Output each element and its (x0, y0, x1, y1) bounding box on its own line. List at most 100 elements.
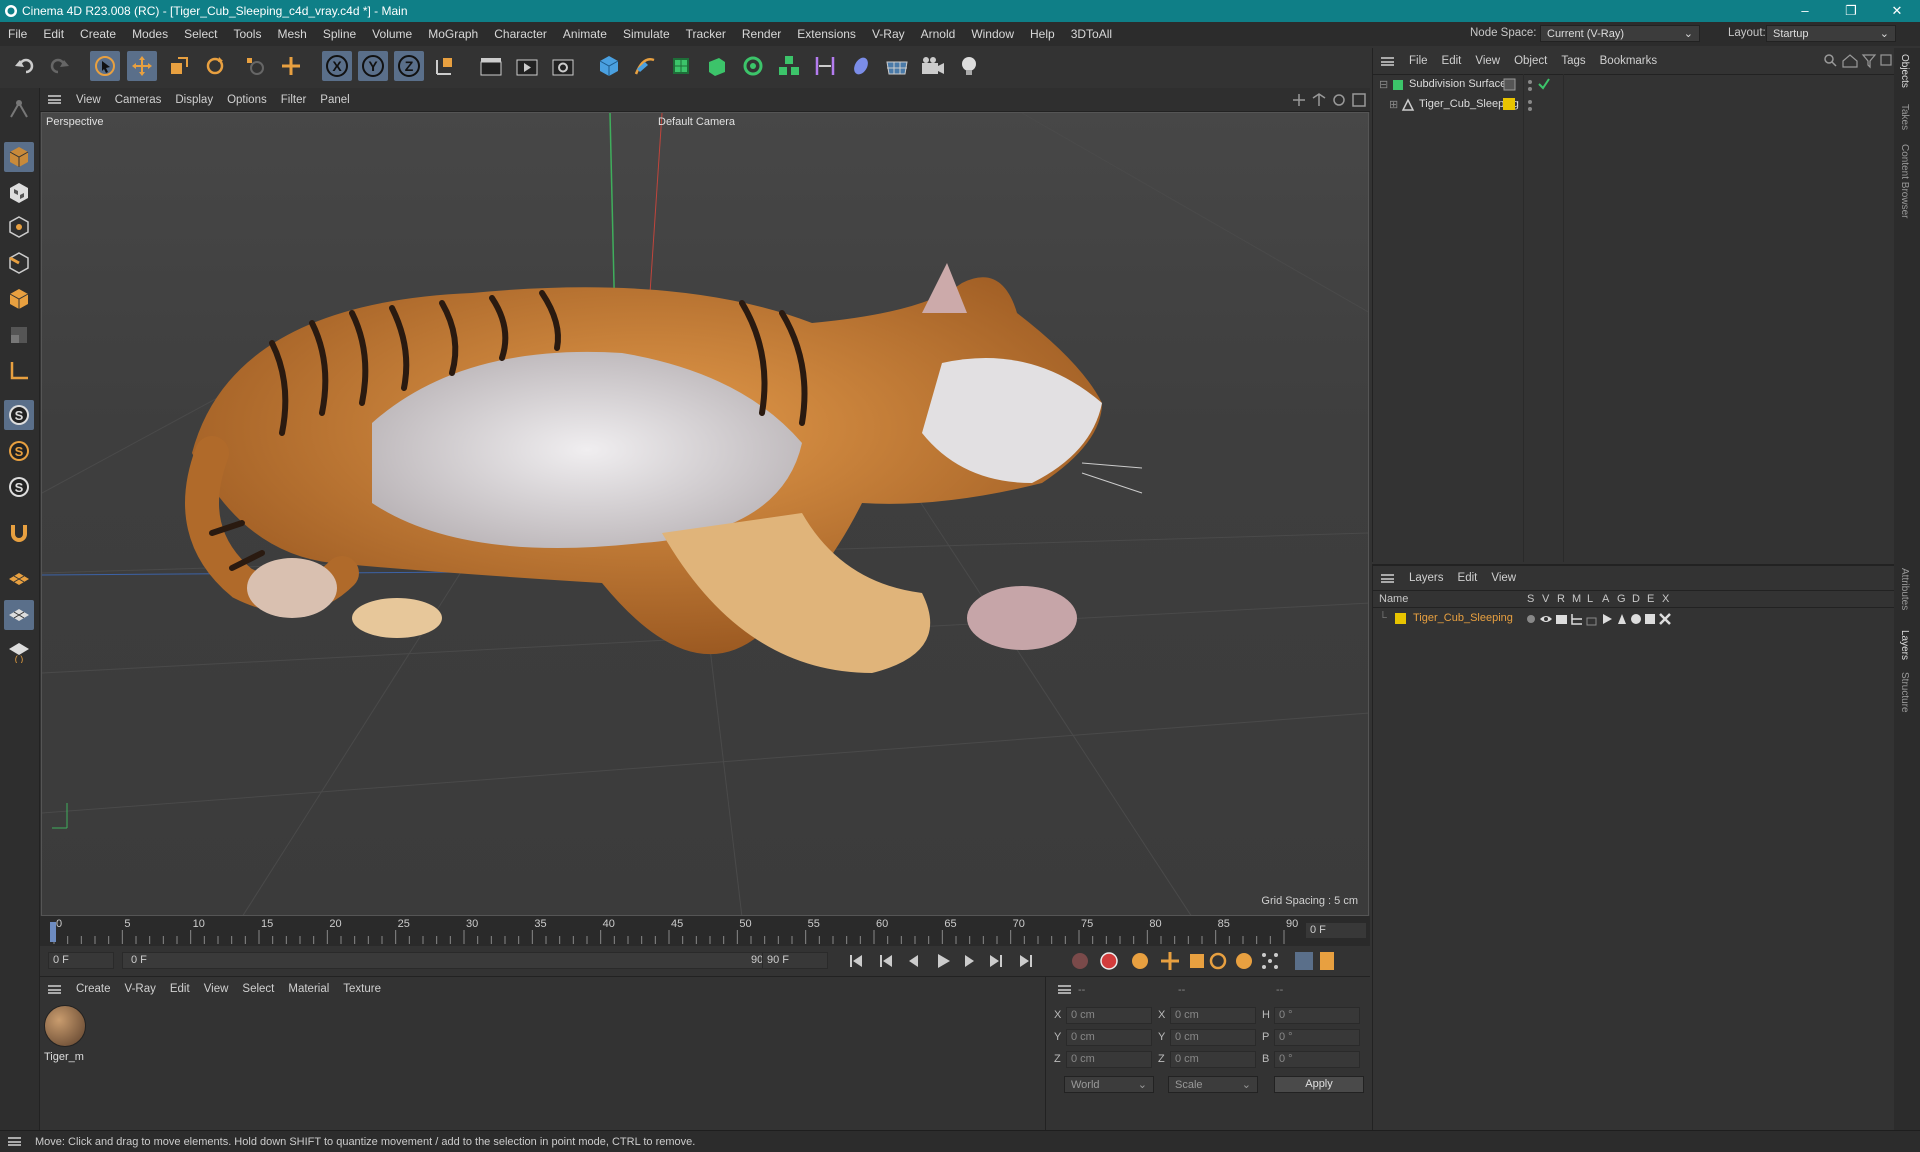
tab-content-browser[interactable]: Content Browser (1899, 144, 1910, 218)
end-frame-field[interactable]: 90 F (762, 952, 828, 969)
object-menu-object[interactable]: Object (1507, 55, 1554, 67)
object-hamburger-icon[interactable] (1381, 56, 1394, 66)
viewport-menu-options[interactable]: Options (220, 94, 274, 106)
layer-menu-view[interactable]: View (1484, 572, 1523, 584)
rotate-tool-button[interactable] (200, 51, 230, 81)
material-menu-edit[interactable]: Edit (163, 983, 197, 995)
world-coordinates-button[interactable] (430, 51, 460, 81)
menu-extensions[interactable]: Extensions (789, 27, 864, 41)
magnet-button[interactable] (4, 518, 34, 548)
menu-simulate[interactable]: Simulate (615, 27, 678, 41)
layer-menu-edit[interactable]: Edit (1451, 572, 1485, 584)
restore-button[interactable]: ❐ (1828, 0, 1874, 22)
viewport-menu-view[interactable]: View (69, 94, 108, 106)
layer-toggle-icon[interactable] (1503, 78, 1517, 92)
edges-mode-button[interactable] (4, 248, 34, 278)
tab-takes[interactable]: Takes (1899, 104, 1910, 130)
material-swatch[interactable]: Tiger_m (44, 1005, 88, 1075)
uv-mode-button[interactable] (4, 320, 34, 350)
layer-menu-layers[interactable]: Layers (1402, 572, 1451, 584)
viewport-hamburger-icon[interactable] (48, 95, 61, 104)
menu-mesh[interactable]: Mesh (269, 27, 314, 41)
recent-tool-button[interactable] (240, 51, 270, 81)
live-selection-button[interactable] (90, 51, 120, 81)
object-menu-edit[interactable]: Edit (1435, 55, 1469, 67)
light-button[interactable] (954, 51, 984, 81)
start-frame-field[interactable]: 0 F (48, 952, 114, 969)
planar-workplane-button[interactable]: ( ) (4, 636, 34, 666)
material-menu-create[interactable]: Create (69, 983, 118, 995)
render-view-button[interactable] (476, 51, 506, 81)
object-row-subdivision[interactable]: ⊟ Subdivision Surface (1377, 76, 1893, 94)
visibility-dots-icon[interactable] (1527, 98, 1541, 112)
layer-hamburger-icon[interactable] (1381, 573, 1394, 583)
tab-attributes[interactable]: Attributes (1899, 568, 1910, 610)
redo-button[interactable] (44, 51, 74, 81)
axis-mode-button[interactable] (4, 356, 34, 386)
pen-spline-button[interactable] (630, 51, 660, 81)
rot-h-field[interactable]: 0 ° (1274, 1007, 1360, 1024)
material-menu-view[interactable]: View (197, 983, 236, 995)
material-menu-select[interactable]: Select (235, 983, 281, 995)
object-row-tiger[interactable]: ⊞ Tiger_Cub_Sleeping (1377, 96, 1893, 114)
object-manager-tools[interactable] (1823, 53, 1893, 69)
cloner-button[interactable] (738, 51, 768, 81)
extrude-button[interactable] (702, 51, 732, 81)
tab-layers[interactable]: Layers (1899, 630, 1910, 660)
menu-select[interactable]: Select (176, 27, 225, 41)
menu-vray[interactable]: V-Ray (864, 27, 913, 41)
material-menu-material[interactable]: Material (281, 983, 336, 995)
tab-objects[interactable]: Objects (1899, 54, 1910, 88)
workplane-button[interactable] (4, 564, 34, 594)
material-menu-texture[interactable]: Texture (336, 983, 388, 995)
material-hamburger-icon[interactable] (48, 984, 61, 994)
floor-button[interactable] (882, 51, 912, 81)
menu-tools[interactable]: Tools (225, 27, 269, 41)
3d-viewport[interactable]: Perspective Default Camera Grid Spacing … (41, 112, 1369, 916)
playback-controls[interactable] (840, 950, 1370, 972)
scale-tool-button[interactable] (164, 51, 194, 81)
deformer-button[interactable] (810, 51, 840, 81)
menu-animate[interactable]: Animate (555, 27, 615, 41)
menu-volume[interactable]: Volume (364, 27, 420, 41)
enabled-check-icon[interactable] (1537, 77, 1551, 91)
layout-dropdown[interactable]: Startup ⌄ (1766, 25, 1896, 42)
menu-edit[interactable]: Edit (35, 27, 72, 41)
object-menu-bookmarks[interactable]: Bookmarks (1593, 55, 1665, 67)
render-settings-button[interactable] (548, 51, 578, 81)
current-frame-field[interactable]: 0 F (1305, 922, 1367, 939)
z-axis-lock-button[interactable]: Z (394, 51, 424, 81)
apply-button[interactable]: Apply (1274, 1076, 1364, 1093)
pos-y-field[interactable]: 0 cm (1066, 1029, 1152, 1046)
viewport-menu-filter[interactable]: Filter (274, 94, 314, 106)
minimize-button[interactable]: – (1782, 0, 1828, 22)
polygons-mode-button[interactable] (4, 284, 34, 314)
snap-enable-button[interactable]: S (4, 400, 34, 430)
viewport-nav-icons[interactable] (1292, 93, 1366, 107)
material-menu-vray[interactable]: V-Ray (118, 983, 163, 995)
mograph-cubes-button[interactable] (774, 51, 804, 81)
undo-button[interactable] (10, 51, 40, 81)
menu-render[interactable]: Render (734, 27, 789, 41)
viewport-menu-display[interactable]: Display (168, 94, 220, 106)
texture-mode-button[interactable] (4, 178, 34, 208)
menu-create[interactable]: Create (72, 27, 124, 41)
rot-p-field[interactable]: 0 ° (1274, 1029, 1360, 1046)
y-axis-lock-button[interactable]: Y (358, 51, 388, 81)
model-mode-button[interactable] (4, 142, 34, 172)
size-x-field[interactable]: 0 cm (1170, 1007, 1256, 1024)
points-mode-button[interactable] (4, 212, 34, 242)
x-axis-lock-button[interactable]: X (322, 51, 352, 81)
menu-help[interactable]: Help (1022, 27, 1063, 41)
range-slider[interactable]: 0 F 90 F (122, 952, 782, 969)
camera-button[interactable] (918, 51, 948, 81)
field-button[interactable] (846, 51, 876, 81)
viewport-menu-panel[interactable]: Panel (313, 94, 356, 106)
tab-structure[interactable]: Structure (1899, 672, 1910, 713)
menu-mograph[interactable]: MoGraph (420, 27, 486, 41)
viewport-menu-cameras[interactable]: Cameras (108, 94, 169, 106)
rot-b-field[interactable]: 0 ° (1274, 1051, 1360, 1068)
subdivision-surface-button[interactable] (666, 51, 696, 81)
menu-modes[interactable]: Modes (124, 27, 176, 41)
menu-window[interactable]: Window (963, 27, 1022, 41)
